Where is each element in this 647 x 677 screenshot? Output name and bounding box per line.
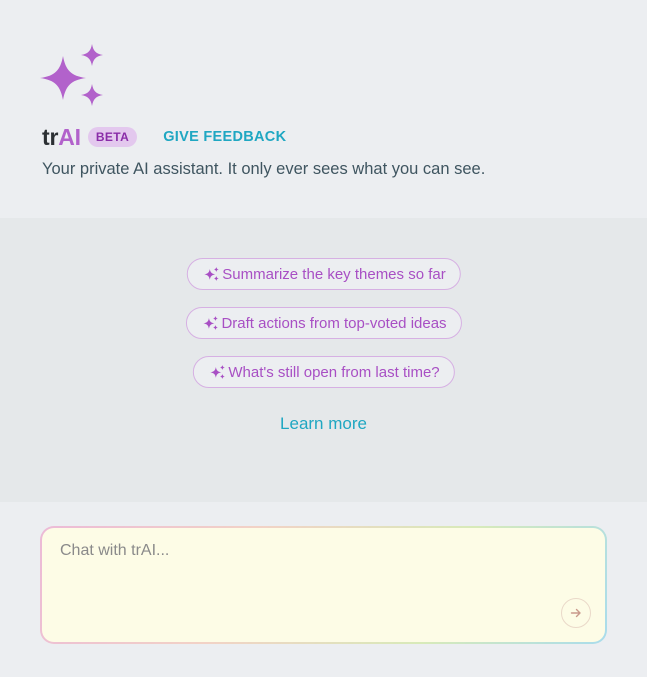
suggestions-area: Summarize the key themes so far Draft ac… <box>0 218 647 502</box>
trai-panel: trAI BETA GIVE FEEDBACK Your private AI … <box>0 0 647 677</box>
sparkle-icon <box>202 316 218 330</box>
suggestion-chip-summarize[interactable]: Summarize the key themes so far <box>186 258 461 290</box>
brand-name: trAI <box>42 124 81 151</box>
suggestion-label: What's still open from last time? <box>228 363 440 381</box>
chat-input[interactable] <box>58 540 562 604</box>
title-row: trAI BETA GIVE FEEDBACK <box>42 122 286 152</box>
give-feedback-link[interactable]: GIVE FEEDBACK <box>163 129 286 145</box>
sparkle-icon <box>209 365 225 379</box>
header: trAI BETA GIVE FEEDBACK Your private AI … <box>0 0 647 218</box>
suggestion-label: Draft actions from top-voted ideas <box>221 314 447 332</box>
arrow-right-icon <box>570 608 581 618</box>
suggestion-chip-still-open[interactable]: What's still open from last time? <box>192 356 455 388</box>
chat-composer <box>40 526 607 644</box>
suggestion-label: Summarize the key themes so far <box>222 265 446 283</box>
brand-prefix: tr <box>42 123 59 150</box>
sparkles-logo-icon <box>40 44 103 106</box>
sparkle-icon <box>203 267 219 281</box>
brand-suffix: AI <box>58 123 81 150</box>
beta-badge: BETA <box>87 127 138 147</box>
chat-composer-inner <box>42 528 605 642</box>
learn-more-link[interactable]: Learn more <box>280 414 367 434</box>
send-button[interactable] <box>561 598 591 628</box>
tagline: Your private AI assistant. It only ever … <box>42 160 486 178</box>
suggestion-chip-draft-actions[interactable]: Draft actions from top-voted ideas <box>185 307 462 339</box>
